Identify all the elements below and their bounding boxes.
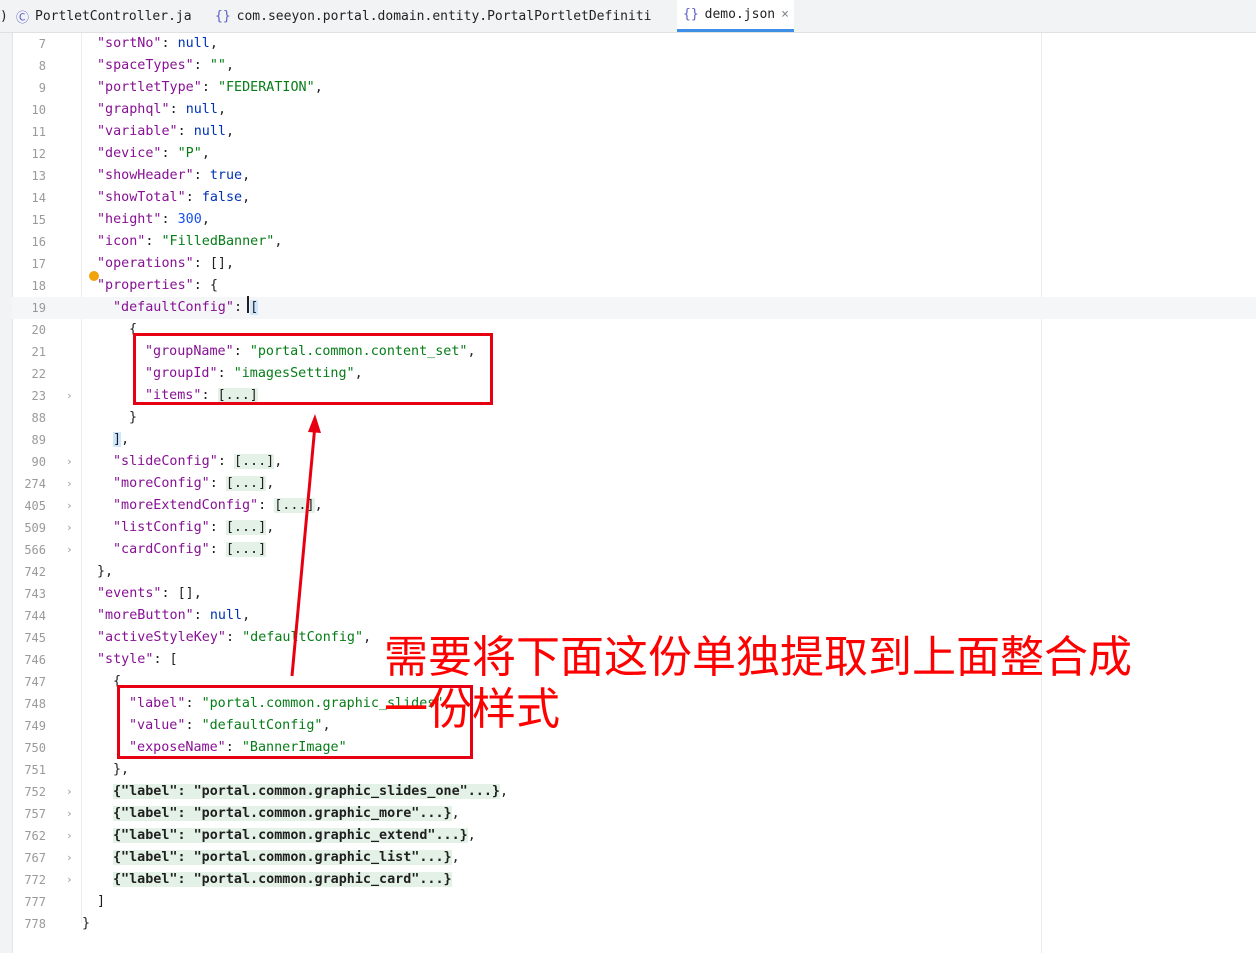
- arrow-head: [308, 414, 321, 433]
- arrow-shaft: [290, 424, 317, 677]
- annotation-line-2: 一份样式: [384, 684, 560, 735]
- annotation-line-1: 需要将下面这份单独提取到上面整合成: [384, 632, 1132, 683]
- annotation-arrow: [290, 414, 321, 677]
- annotation-note: 需要将下面这份单独提取到上面整合成 一份样式: [384, 632, 1214, 736]
